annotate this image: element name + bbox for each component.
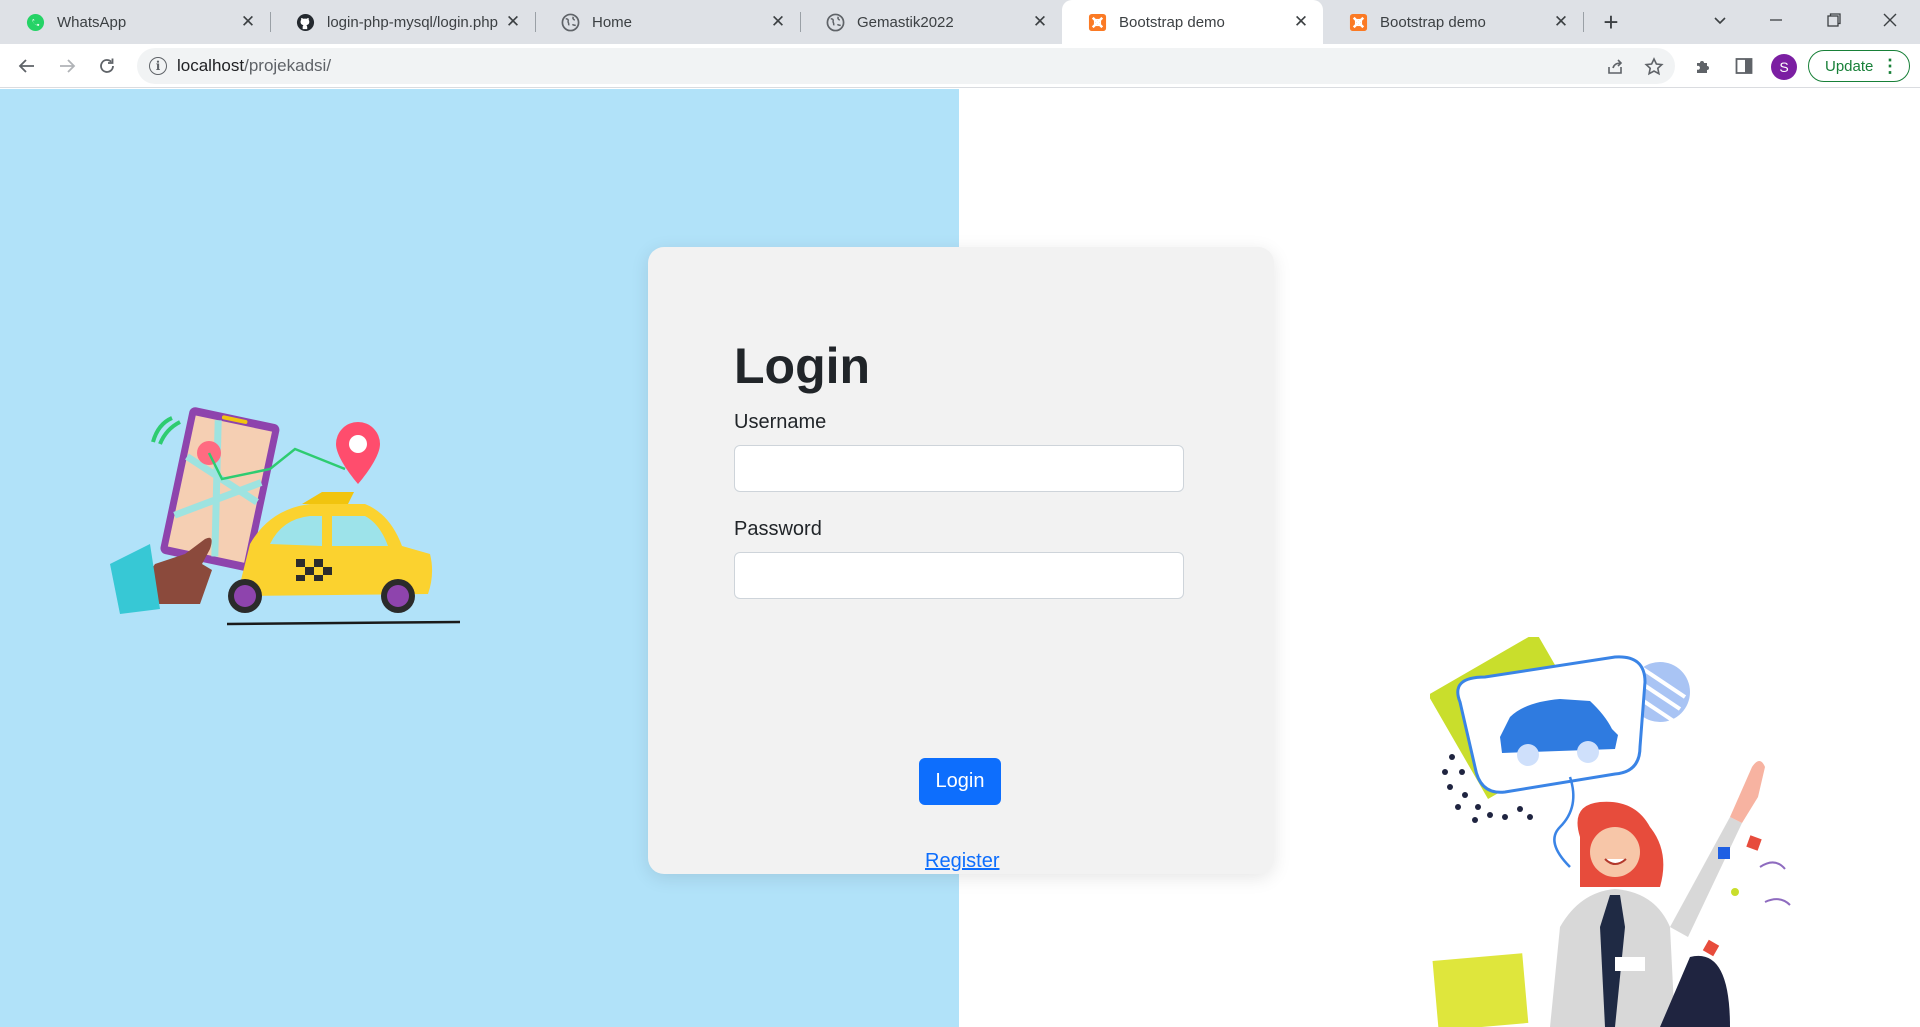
side-panel-icon[interactable] <box>1730 52 1758 80</box>
bookmark-star-icon[interactable] <box>1641 54 1667 80</box>
close-tab-icon[interactable]: ✕ <box>1030 12 1050 32</box>
register-link[interactable]: Register <box>925 850 999 873</box>
close-window-icon[interactable] <box>1870 4 1910 36</box>
github-icon <box>296 13 315 32</box>
update-label: Update <box>1825 57 1874 75</box>
site-info-icon[interactable]: i <box>149 57 167 75</box>
close-tab-icon[interactable]: ✕ <box>238 12 258 32</box>
login-heading: Login <box>734 338 871 394</box>
tab-title: login-php-mysql/login.php <box>327 13 498 31</box>
profile-avatar[interactable]: S <box>1771 54 1797 80</box>
tab-search-icon[interactable] <box>1700 4 1740 36</box>
globe-icon <box>561 13 580 32</box>
tab-github[interactable]: login-php-mysql/login.php ✕ <box>270 0 535 44</box>
tab-divider <box>1583 12 1584 32</box>
page-viewport: Login Username Password Login Register <box>0 89 1920 1027</box>
restore-icon[interactable] <box>1814 4 1854 36</box>
close-tab-icon[interactable]: ✕ <box>768 12 788 32</box>
xampp-icon <box>1088 13 1107 32</box>
url-path: /projekadsi/ <box>244 56 332 75</box>
login-button[interactable]: Login <box>919 758 1001 805</box>
browser-toolbar: i localhost/projekadsi/ S Update ⋮ <box>0 44 1920 88</box>
update-button[interactable]: Update ⋮ <box>1808 50 1910 82</box>
login-card: Login Username Password Login Register <box>648 247 1274 874</box>
forward-icon[interactable] <box>51 50 83 82</box>
new-tab-button[interactable]: + <box>1595 6 1627 38</box>
globe-icon <box>826 13 845 32</box>
tab-title: Gemastik2022 <box>857 13 954 31</box>
back-icon[interactable] <box>11 50 43 82</box>
reload-icon[interactable] <box>91 50 123 82</box>
xampp-icon <box>1349 13 1368 32</box>
close-tab-icon[interactable]: ✕ <box>1551 12 1571 32</box>
tab-bootstrap-demo[interactable]: Bootstrap demo ✕ <box>1323 0 1583 44</box>
taxi-map-illustration <box>110 407 461 626</box>
tab-strip: WhatsApp ✕ login-php-mysql/login.php ✕ H… <box>0 0 1920 44</box>
whatsapp-icon <box>26 13 45 32</box>
password-label: Password <box>734 518 822 540</box>
username-label: Username <box>734 411 827 433</box>
address-bar[interactable]: i localhost/projekadsi/ <box>137 48 1675 84</box>
url-host: localhost <box>177 56 245 75</box>
tab-title: Bootstrap demo <box>1119 13 1225 31</box>
tab-title: Home <box>592 13 633 31</box>
tab-title: Bootstrap demo <box>1380 13 1486 31</box>
tab-title: WhatsApp <box>57 13 127 31</box>
username-input[interactable] <box>734 445 1184 492</box>
share-icon[interactable] <box>1602 54 1628 80</box>
close-tab-icon[interactable]: ✕ <box>1291 12 1311 32</box>
tab-whatsapp[interactable]: WhatsApp ✕ <box>0 0 270 44</box>
tab-gemastik[interactable]: Gemastik2022 ✕ <box>800 0 1062 44</box>
address-url[interactable]: localhost/projekadsi/ <box>177 56 331 76</box>
more-menu-icon[interactable]: ⋮ <box>1881 57 1899 75</box>
tab-home[interactable]: Home ✕ <box>535 0 800 44</box>
minimize-icon[interactable] <box>1756 4 1796 36</box>
tab-bootstrap-demo-active[interactable]: Bootstrap demo ✕ <box>1062 0 1323 44</box>
woman-waving-car-illustration <box>1430 637 1791 1027</box>
close-tab-icon[interactable]: ✕ <box>503 12 523 32</box>
password-input[interactable] <box>734 552 1184 599</box>
extensions-icon[interactable] <box>1690 52 1718 80</box>
